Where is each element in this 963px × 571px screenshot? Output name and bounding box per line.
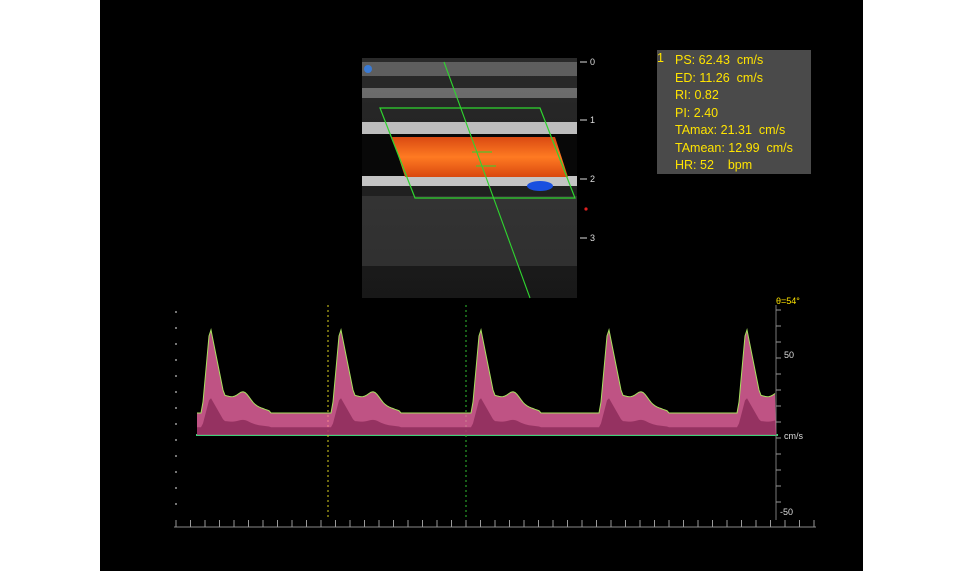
left-scale-dot (175, 391, 177, 393)
left-scale-dot (175, 359, 177, 361)
left-scale-dot (175, 423, 177, 425)
left-scale-dot (175, 471, 177, 473)
left-scale-dot (175, 311, 177, 313)
left-scale-dot (175, 407, 177, 409)
left-scale-dot (175, 503, 177, 505)
scale-label-50: 50 (784, 350, 794, 360)
velocity-unit-label: cm/s (784, 431, 803, 441)
left-scale-dot (175, 375, 177, 377)
left-scale-dot (175, 343, 177, 345)
spectral-waveform (175, 309, 815, 527)
left-scale-dot (175, 327, 177, 329)
left-scale-dot (175, 439, 177, 441)
angle-label: θ=54° (776, 296, 800, 306)
left-scale-dot (175, 455, 177, 457)
ultrasound-screen: 0 1 2 3 1 PS: 62.43 cm/s ED: 11.26 cm/s … (100, 0, 863, 571)
spectral-doppler: θ=54° 50 cm/s -50 (174, 296, 816, 528)
scale-label-minus-50: -50 (780, 507, 793, 517)
left-scale-dot (175, 487, 177, 489)
